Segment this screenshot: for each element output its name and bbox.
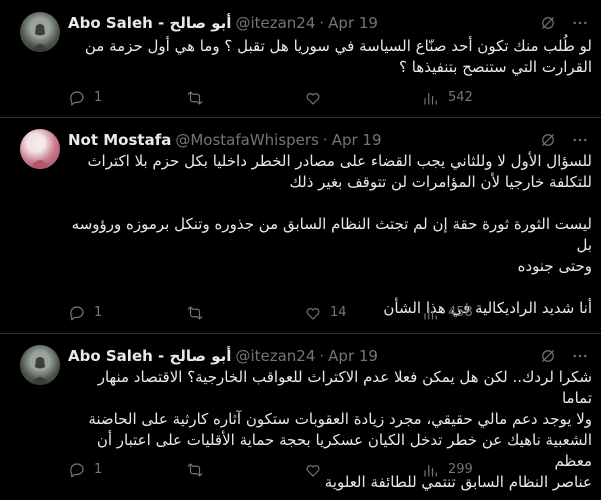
reply-icon (70, 306, 84, 321)
like-count: 14 (330, 305, 347, 320)
heart-icon (306, 465, 320, 477)
repost-button[interactable] (186, 460, 212, 480)
tweet-header: أبو صالح - Abo Saleh @itezan24 · Apr 19 (68, 12, 378, 34)
separator: · (319, 347, 325, 365)
like-button[interactable] (304, 460, 330, 480)
tweet[interactable]: Not Mostafa @MostafaWhispers · Apr 19 لل… (0, 129, 601, 324)
more-icon[interactable] (571, 131, 589, 149)
reply-count: 1 (94, 305, 103, 320)
reply-button[interactable]: 1 (68, 303, 102, 323)
repost-button[interactable] (186, 303, 212, 323)
repost-icon (187, 306, 203, 320)
tweet-line: شكرا لردك.. لكن هل يمكن فعلا عدم الاكترا… (97, 368, 592, 407)
author-handle[interactable]: @itezan24 (235, 345, 315, 367)
reply-icon (70, 91, 84, 106)
view-count: 299 (448, 462, 473, 477)
avatar[interactable] (20, 345, 60, 385)
reply-count: 1 (94, 462, 103, 477)
views-button[interactable]: 542 (422, 88, 473, 108)
separator: · (322, 131, 328, 149)
tweet-text: لو طُلب منك تكون أحد صنّاع السياسة في سو… (68, 36, 592, 78)
timestamp[interactable]: Apr 19 (328, 345, 378, 367)
tweet-line: ليست الثورة ثورة حقة إن لم تجتث النظام ا… (71, 215, 592, 254)
reply-button[interactable]: 1 (68, 88, 102, 108)
tweet-header: أبو صالح - Abo Saleh @itezan24 · Apr 19 (68, 345, 378, 367)
reply-icon (70, 463, 84, 478)
tweet-line: ولا يوجد دعم مالي حقيقي، مجرد زيادة العق… (88, 410, 592, 428)
tweet[interactable]: أبو صالح - Abo Saleh @itezan24 · Apr 19 … (0, 12, 601, 112)
author-handle[interactable]: @itezan24 (235, 12, 315, 34)
like-button[interactable]: 14 (304, 303, 347, 323)
more-icon[interactable] (571, 14, 589, 32)
repost-icon (187, 91, 203, 105)
separator: · (319, 14, 325, 32)
views-icon (424, 307, 437, 320)
timestamp[interactable]: Apr 19 (328, 12, 378, 34)
author-handle[interactable]: @MostafaWhispers (175, 129, 319, 151)
grok-icon[interactable] (539, 14, 557, 32)
more-icon[interactable] (571, 347, 589, 365)
tweet-header: Not Mostafa @MostafaWhispers · Apr 19 (68, 129, 382, 151)
tweet[interactable]: أبو صالح - Abo Saleh @itezan24 · Apr 19 … (0, 345, 601, 491)
view-count: 458 (448, 305, 473, 320)
tweet-line: للسؤال الأول لا وللثاني يجب القضاء على م… (87, 152, 592, 170)
avatar[interactable] (20, 129, 60, 169)
heart-icon (306, 93, 320, 105)
view-count: 542 (448, 90, 473, 105)
reply-button[interactable]: 1 (68, 460, 102, 480)
author-name[interactable]: أبو صالح - Abo Saleh (68, 12, 231, 34)
action-bar: 1 542 (68, 88, 588, 108)
views-button[interactable]: 458 (422, 303, 473, 323)
author-name[interactable]: Not Mostafa (68, 129, 171, 151)
action-bar: 1 299 (68, 460, 588, 480)
divider (0, 117, 601, 118)
action-bar: 1 14 458 (68, 303, 588, 323)
tweet-line: وحتى جنوده (517, 257, 592, 275)
heart-icon (306, 308, 320, 320)
repost-button[interactable] (186, 88, 212, 108)
avatar[interactable] (20, 12, 60, 52)
timestamp[interactable]: Apr 19 (332, 129, 382, 151)
views-icon (424, 92, 437, 105)
tweet-line: لو طُلب منك تكون أحد صنّاع السياسة في سو… (84, 37, 592, 55)
tweet-line: القرارت التي ستنصح بتنفيذها ؟ (399, 58, 592, 76)
divider (0, 333, 601, 334)
grok-icon[interactable] (539, 347, 557, 365)
author-name[interactable]: أبو صالح - Abo Saleh (68, 345, 231, 367)
views-icon (424, 464, 437, 477)
reply-count: 1 (94, 90, 103, 105)
tweet-line: للتكلفة خارجيا لأن المؤامرات لن تتوقف بغ… (289, 173, 592, 191)
repost-icon (187, 463, 203, 477)
tweet-text: للسؤال الأول لا وللثاني يجب القضاء على م… (68, 151, 592, 319)
like-button[interactable] (304, 88, 330, 108)
grok-icon[interactable] (539, 131, 557, 149)
views-button[interactable]: 299 (422, 460, 473, 480)
